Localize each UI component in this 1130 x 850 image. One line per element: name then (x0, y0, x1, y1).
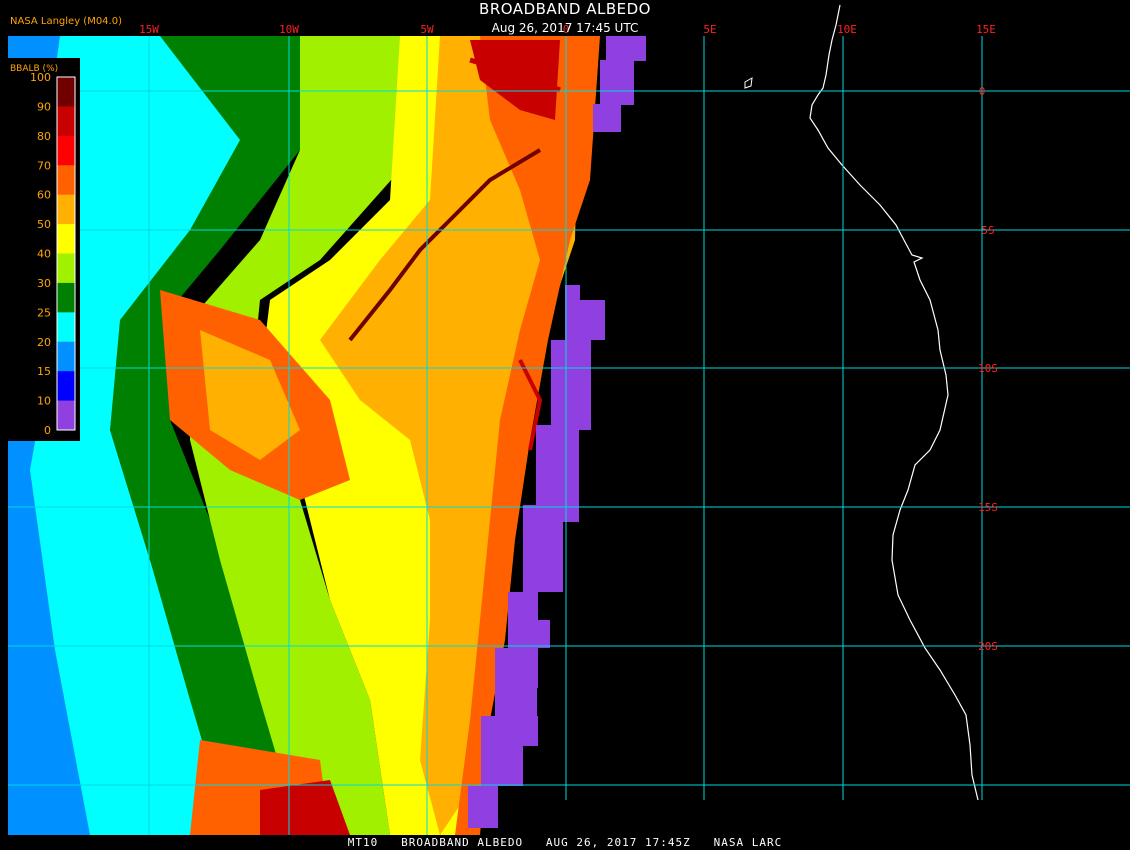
page-title: BROADBAND ALBEDO (479, 0, 651, 18)
legend-swatch (57, 165, 75, 196)
legend-swatch (57, 135, 75, 166)
lat-label-5s: 5S (981, 224, 994, 237)
legend-swatch (57, 253, 75, 284)
legend-tick-label: 70 (37, 159, 51, 172)
legend-tick-label: 50 (37, 218, 51, 231)
legend-tick-label: 80 (37, 130, 51, 143)
lat-label-20s: 20S (978, 640, 998, 653)
legend-tick-label: 100 (30, 71, 51, 84)
legend-tick-label: 90 (37, 100, 51, 113)
albedo-map: 15W 10W 5W 0 5E 10E 15E 0 5S 10S 15S 20S… (0, 0, 1130, 850)
lat-label-15s: 15S (978, 501, 998, 514)
legend-swatch (57, 224, 75, 254)
legend-tick-label: 25 (37, 306, 51, 319)
legend-tick-label: 15 (37, 365, 51, 378)
source-label: NASA Langley (M04.0) (10, 16, 122, 27)
legend-swatch (57, 194, 75, 225)
legend-swatch (57, 341, 75, 372)
legend-swatch (57, 77, 75, 107)
legend-tick-label: 30 (37, 277, 51, 290)
legend-swatch (57, 312, 75, 343)
legend-tick-label: 60 (37, 189, 51, 202)
footer-caption: MT10 BROADBAND ALBEDO AUG 26, 2017 17:45… (347, 836, 783, 849)
lat-label-0: 0 (979, 85, 986, 98)
legend-tick-label: 40 (37, 248, 51, 261)
legend-tick-label: 10 (37, 395, 51, 408)
color-legend: BBALB (%) 10090807060504030252015100 (8, 58, 80, 441)
legend-swatch (57, 106, 75, 137)
legend-swatch (57, 400, 75, 431)
legend-tick-label: 0 (44, 424, 51, 437)
legend-swatch (57, 282, 75, 313)
legend-swatch (57, 371, 75, 402)
lat-label-10s: 10S (978, 362, 998, 375)
timestamp: Aug 26, 2017 17:45 UTC (491, 21, 639, 35)
legend-tick-label: 20 (37, 336, 51, 349)
